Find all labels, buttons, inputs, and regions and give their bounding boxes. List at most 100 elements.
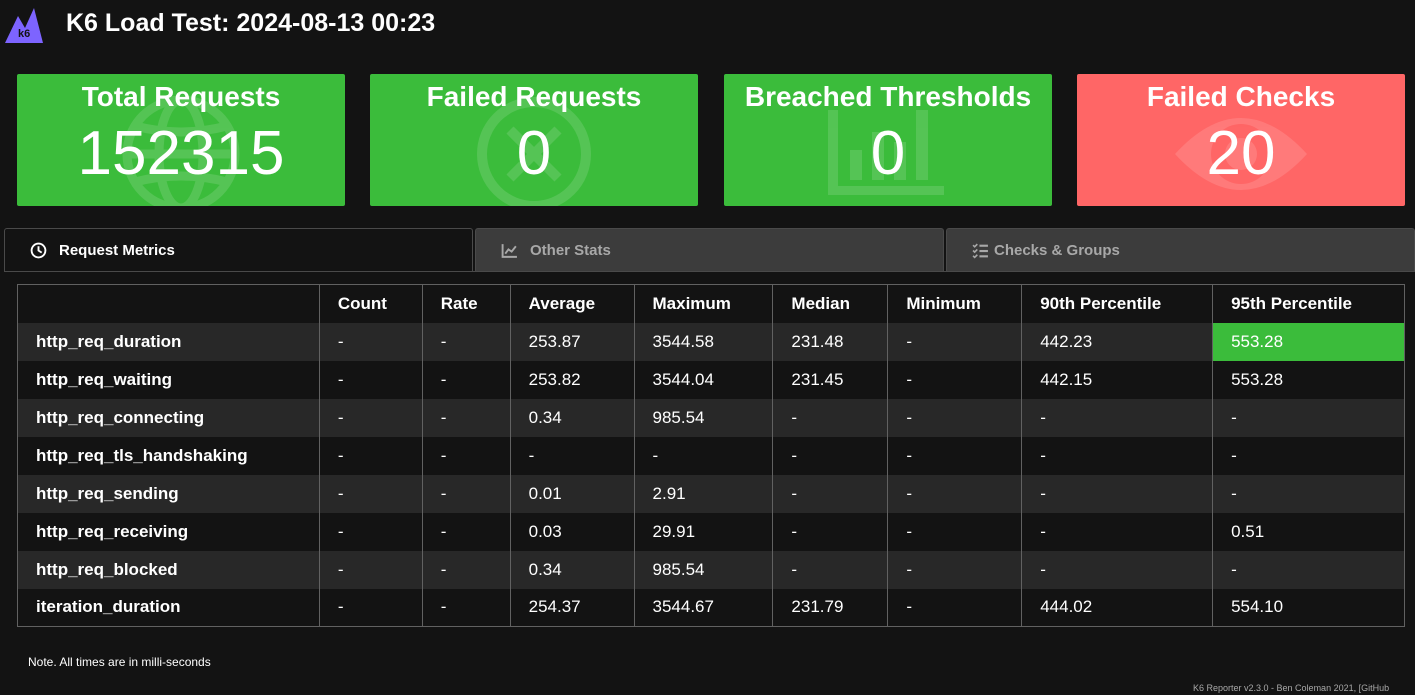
metric-value-cell: - <box>772 398 888 437</box>
clock-icon <box>30 242 47 259</box>
metric-value-cell: - <box>1212 474 1405 513</box>
metric-value-cell: - <box>509 436 635 475</box>
metric-value-cell: - <box>318 588 423 627</box>
tab-label: Request Metrics <box>59 242 175 259</box>
metric-value-cell: - <box>1021 398 1213 437</box>
metric-value-cell: - <box>633 436 773 475</box>
metric-value-cell: - <box>421 588 511 627</box>
metric-value-cell: 3544.67 <box>633 588 773 627</box>
metric-value-cell: - <box>318 474 423 513</box>
metric-value-cell: - <box>318 360 423 399</box>
table-row: http_req_connecting - -0.34 985.54- - - - <box>17 398 1405 437</box>
metric-value-cell: - <box>1021 550 1213 589</box>
metric-value-cell: 553.28 <box>1212 360 1405 399</box>
tab-request-metrics[interactable]: Request Metrics <box>4 228 473 271</box>
k6-logo-icon: k6 <box>5 8 43 43</box>
metric-value-cell: - <box>421 550 511 589</box>
metric-value-cell: 231.48 <box>772 322 888 361</box>
metric-value-cell: 3544.04 <box>633 360 773 399</box>
card-title: Failed Requests <box>426 81 642 112</box>
metric-value-cell: - <box>421 322 511 361</box>
metric-value-cell: 0.03 <box>509 512 635 551</box>
units-note: Note. All times are in milli-seconds <box>28 655 211 669</box>
table-row: iteration_duration - -254.37 3544.67 231.79-… <box>17 588 1405 627</box>
page-header: k6 K6 Load Test: 2024-08-13 00:23 <box>0 0 1415 50</box>
card-title: Breached Thresholds <box>744 81 1032 112</box>
column-header-metric <box>17 284 320 323</box>
tab-label: Other Stats <box>530 242 611 259</box>
metric-value-cell: 554.10 <box>1212 588 1405 627</box>
metric-value-cell: - <box>887 360 1022 399</box>
card-value: 152315 <box>77 119 285 188</box>
metric-value-cell: - <box>1021 474 1213 513</box>
card-value: 0 <box>870 119 906 188</box>
metric-value-cell: - <box>421 436 511 475</box>
metric-value-cell: - <box>1212 436 1405 475</box>
metric-value-cell: - <box>421 474 511 513</box>
card-title: Total Requests <box>81 81 281 112</box>
tab-checks-groups[interactable]: Checks & Groups <box>946 228 1415 271</box>
metric-name-cell: http_req_receiving <box>17 512 320 551</box>
metric-value-cell: - <box>421 512 511 551</box>
column-header: Average <box>509 284 635 323</box>
footer-credit[interactable]: K6 Reporter v2.3.0 - Ben Coleman 2021, [… <box>1193 683 1415 694</box>
table-row: http_req_duration - -253.87 3544.58 231.48-4… <box>17 322 1405 361</box>
metric-value-cell: - <box>1021 512 1213 551</box>
metric-value-cell: 3544.58 <box>633 322 773 361</box>
metric-value-cell: - <box>1212 398 1405 437</box>
metric-value-cell: - <box>318 398 423 437</box>
metric-value-cell: 985.54 <box>633 398 773 437</box>
column-header: Maximum <box>633 284 773 323</box>
metric-value-cell: - <box>318 322 423 361</box>
metric-value-cell: 253.82 <box>509 360 635 399</box>
metric-value-cell: - <box>772 550 888 589</box>
page-title: K6 Load Test: 2024-08-13 00:23 <box>66 9 436 37</box>
metric-value-cell: - <box>1212 550 1405 589</box>
metric-value-cell: 254.37 <box>509 588 635 627</box>
metric-value-cell: 0.01 <box>509 474 635 513</box>
column-header: 90th Percentile <box>1021 284 1213 323</box>
metric-value-cell: 442.23 <box>1021 322 1213 361</box>
metric-value-cell: 985.54 <box>633 550 773 589</box>
metric-name-cell: iteration_duration <box>17 588 320 627</box>
metric-value-cell: - <box>887 436 1022 475</box>
metric-value-cell: - <box>421 398 511 437</box>
metric-value-cell: - <box>887 398 1022 437</box>
metric-value-cell: - <box>887 512 1022 551</box>
metric-name-cell: http_req_blocked <box>17 550 320 589</box>
card-failed-checks: Failed Checks 20 <box>1077 74 1405 206</box>
metric-name-cell: http_req_connecting <box>17 398 320 437</box>
table-row: http_req_tls_handshaking - - - - - - - - <box>17 436 1405 475</box>
card-value: 20 <box>1206 119 1276 188</box>
metric-value-cell: 0.34 <box>509 550 635 589</box>
tab-other-stats[interactable]: Other Stats <box>475 228 944 271</box>
metric-value-cell: 231.45 <box>772 360 888 399</box>
metric-name-cell: http_req_duration <box>17 322 320 361</box>
card-failed-requests: Failed Requests 0 <box>370 74 698 206</box>
column-header: 95th Percentile <box>1212 284 1405 323</box>
tab-divider <box>4 271 1415 272</box>
request-metrics-table: Count Rate Average Maximum Median Minimum 90th… <box>17 284 1405 627</box>
metric-value-cell: - <box>318 512 423 551</box>
metric-value-cell: 553.28 <box>1212 322 1405 361</box>
metric-value-cell: 29.91 <box>633 512 773 551</box>
metric-value-cell: - <box>887 322 1022 361</box>
logo-text: k6 <box>18 28 30 40</box>
column-header: Minimum <box>887 284 1022 323</box>
metric-value-cell: - <box>772 474 888 513</box>
metric-value-cell: - <box>421 360 511 399</box>
metric-value-cell: - <box>318 550 423 589</box>
column-header: Median <box>772 284 888 323</box>
metric-value-cell: - <box>318 436 423 475</box>
card-breached-thresholds: Breached Thresholds 0 <box>724 74 1052 206</box>
table-row: http_req_receiving - -0.03 29.91- - -0.51 <box>17 512 1405 551</box>
checklist-icon <box>972 243 988 259</box>
metric-value-cell: 442.15 <box>1021 360 1213 399</box>
table-row: http_req_blocked - -0.34 985.54- - - - <box>17 550 1405 589</box>
metric-value-cell: 2.91 <box>633 474 773 513</box>
column-header: Rate <box>421 284 511 323</box>
metric-value-cell: 231.79 <box>772 588 888 627</box>
metric-value-cell: 444.02 <box>1021 588 1213 627</box>
metric-value-cell: 0.34 <box>509 398 635 437</box>
metric-value-cell: - <box>887 588 1022 627</box>
